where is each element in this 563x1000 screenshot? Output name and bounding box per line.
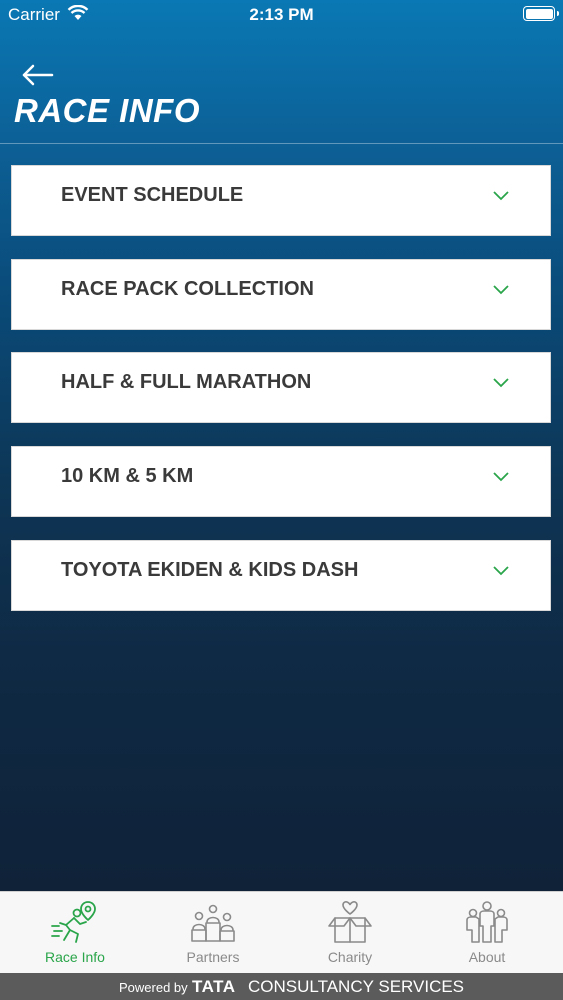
header-divider [0, 143, 563, 144]
accordion-label: HALF & FULL MARATHON [61, 371, 312, 393]
chevron-down-icon [493, 472, 509, 482]
tab-label: About [468, 949, 506, 965]
accordion-item-half-full-marathon[interactable]: HALF & FULL MARATHON [11, 352, 551, 423]
tab-partners[interactable]: Partners [143, 892, 283, 974]
accordion-label: 10 KM & 5 KM [61, 465, 194, 487]
chevron-down-icon [493, 566, 509, 576]
page-title: RACE INFO [14, 92, 200, 129]
status-bar: Carrier 2:13 PM [0, 0, 563, 30]
tab-charity[interactable]: Charity [280, 892, 420, 974]
podium-icon [191, 904, 235, 942]
chevron-down-icon [493, 191, 509, 201]
accordion-label: RACE PACK COLLECTION [61, 278, 314, 300]
powered-by-footer: Powered by TATA CONSULTANCY SERVICES [0, 973, 563, 1000]
company-name: CONSULTANCY SERVICES [248, 977, 465, 996]
tata-logo: TATA [192, 977, 236, 996]
tab-label: Partners [186, 949, 240, 965]
status-time: 2:13 PM [249, 5, 314, 24]
accordion-label: EVENT SCHEDULE [61, 184, 244, 206]
runner-icon [51, 901, 96, 943]
tab-label: Race Info [45, 949, 105, 965]
people-icon [466, 901, 508, 943]
arrow-left-icon [22, 64, 54, 86]
chevron-down-icon [493, 285, 509, 295]
battery-icon [523, 6, 559, 21]
accordion-label: TOYOTA EKIDEN & KIDS DASH [61, 559, 359, 581]
accordion-item-10km-5km[interactable]: 10 KM & 5 KM [11, 446, 551, 517]
back-button[interactable] [20, 60, 56, 90]
powered-by-label: Powered by [119, 980, 188, 995]
gift-box-icon [328, 901, 372, 943]
tab-bar: Race Info Partners Charity About [0, 891, 563, 974]
accordion-item-race-pack-collection[interactable]: RACE PACK COLLECTION [11, 259, 551, 330]
accordion-item-event-schedule[interactable]: EVENT SCHEDULE [11, 165, 551, 236]
tab-label: Charity [327, 949, 373, 965]
accordion-item-ekiden-kids-dash[interactable]: TOYOTA EKIDEN & KIDS DASH [11, 540, 551, 611]
tab-race-info[interactable]: Race Info [5, 892, 145, 974]
chevron-down-icon [493, 378, 509, 388]
tab-about[interactable]: About [417, 892, 557, 974]
